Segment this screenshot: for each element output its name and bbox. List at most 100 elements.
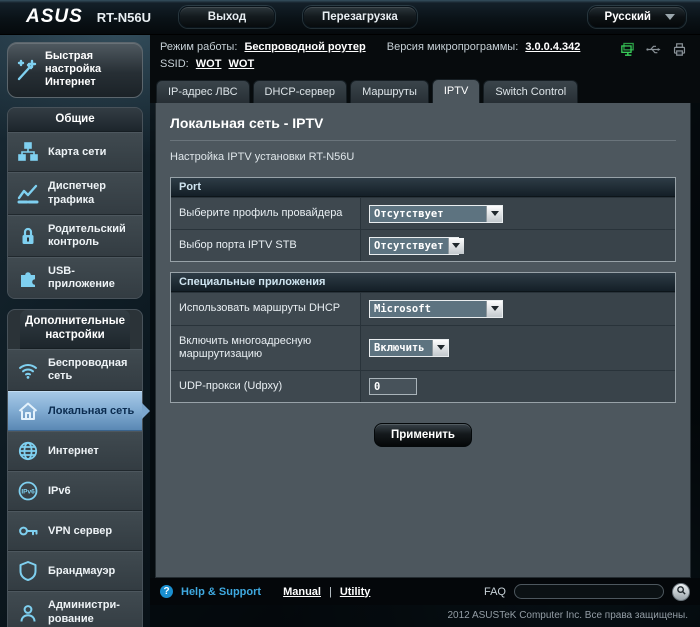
sidebar-item-traffic-manager[interactable]: Диспетчер трафика: [8, 172, 142, 214]
sidebar-item-network-map[interactable]: Карта сети: [8, 132, 142, 172]
sidebar-item-wireless[interactable]: Беспроводная сеть: [8, 349, 142, 391]
reboot-button[interactable]: Перезагрузка: [303, 6, 417, 28]
language-value: Русский: [605, 11, 651, 23]
manual-link[interactable]: Manual: [283, 586, 321, 598]
ipv6-icon: IPv6: [16, 479, 40, 503]
chevron-down-icon: [486, 301, 502, 317]
chevron-down-icon: [665, 14, 675, 20]
admin-user-icon: [16, 601, 40, 625]
chevron-down-icon: [448, 238, 464, 254]
tab-lan-ip[interactable]: IP-адрес ЛВС: [156, 80, 250, 103]
sidebar-item-lan[interactable]: Локальная сеть: [8, 391, 142, 431]
tab-routes[interactable]: Маршруты: [350, 80, 429, 103]
section-title: Port: [171, 178, 675, 197]
shield-icon: [16, 559, 40, 583]
field-label: Выбор порта IPTV STB: [171, 230, 361, 261]
header: ASUS RT-N56U Выход Перезагрузка Русский: [0, 0, 700, 35]
wifi-icon: [16, 358, 40, 382]
sidebar-item-quick-setup[interactable]: Быстрая настройка Интернет: [7, 42, 143, 98]
status-infobar: Режим работы: Беспроводной роутер Версия…: [150, 35, 700, 74]
content-panel: Локальная сеть - IPTV Настройка IPTV уст…: [155, 103, 691, 578]
firmware-version-label: Версия микропрограммы:: [387, 41, 519, 53]
sidebar-item-firewall[interactable]: Брандмауэр: [8, 551, 142, 591]
sidebar-item-usb-application[interactable]: USB-приложение: [8, 257, 142, 298]
usb-status-icon[interactable]: [645, 41, 662, 64]
udp-proxy-input[interactable]: [369, 378, 417, 395]
sidebar-section-advanced: Дополнительные настройки Беспроводная се…: [7, 309, 143, 627]
sidebar-section-title: Дополнительные настройки: [20, 310, 130, 349]
field-label: Использовать маршруты DHCP: [171, 293, 361, 324]
sidebar-item-internet[interactable]: Интернет: [8, 431, 142, 471]
dhcp-routes-select[interactable]: Microsoft: [369, 300, 503, 318]
tab-iptv[interactable]: IPTV: [432, 79, 480, 104]
sidebar-item-ipv6[interactable]: IPv6 IPv6: [8, 471, 142, 511]
page-subtitle: Настройка IPTV установки RT-N56U: [170, 151, 676, 163]
utility-link[interactable]: Utility: [340, 586, 371, 598]
footer-bar: ? Help & Support Manual | Utility FAQ: [150, 578, 700, 605]
section-port: Port Выберите профиль провайдера Отсутст…: [170, 177, 676, 262]
sidebar-section-title: Общие: [8, 108, 142, 133]
field-label: Выберите профиль провайдера: [171, 198, 361, 229]
form-row-provider-profile: Выберите профиль провайдера Отсутствует: [171, 197, 675, 229]
field-label: UDP-прокси (Udpxy): [171, 371, 361, 402]
svg-text:IPv6: IPv6: [21, 489, 35, 496]
main-column: Режим работы: Беспроводной роутер Версия…: [150, 35, 700, 627]
multicast-routing-select[interactable]: Включить: [369, 339, 449, 357]
lock-icon: [16, 224, 40, 248]
infobar-line-1: Режим работы: Беспроводной роутер Версия…: [160, 39, 690, 56]
search-button[interactable]: [672, 583, 690, 601]
ssid-link-2[interactable]: WOT: [229, 58, 255, 70]
section-title: Специальные приложения: [171, 273, 675, 292]
form-row-multicast-routing: Включить многоадресную маршрутизацию Вкл…: [171, 325, 675, 370]
ssid-link-1[interactable]: WOT: [196, 58, 222, 70]
magic-wand-icon: [14, 58, 38, 82]
section-special-applications: Специальные приложения Использовать марш…: [170, 272, 676, 403]
sidebar-item-parental-control[interactable]: Родительский контроль: [8, 215, 142, 257]
iptv-stb-port-select[interactable]: Отсутствует: [369, 237, 459, 255]
copyright-text: 2012 ASUSTeK Computer Inc. Все права защ…: [150, 605, 700, 627]
router-admin-page: ASUS RT-N56U Выход Перезагрузка Русский …: [0, 0, 700, 627]
operation-mode-link[interactable]: Беспроводной роутер: [244, 41, 365, 53]
title-divider: [170, 140, 676, 141]
sidebar: Быстрая настройка Интернет Общие Карта с…: [0, 35, 150, 627]
faq-search-input[interactable]: [514, 584, 664, 599]
tab-switch-control[interactable]: Switch Control: [483, 80, 578, 103]
home-icon: [16, 399, 40, 423]
sidebar-item-label: Быстрая настройка Интернет: [45, 50, 136, 90]
page-title: Локальная сеть - IPTV: [170, 115, 676, 131]
model-name: RT-N56U: [97, 10, 151, 25]
infobar-line-2: SSID: WOT WOT: [160, 56, 690, 73]
chevron-down-icon: [486, 206, 502, 222]
lan-status-icon[interactable]: [619, 41, 636, 64]
chevron-down-icon: [432, 340, 448, 356]
asus-logo: ASUS: [26, 6, 83, 28]
footer-divider: |: [329, 586, 332, 598]
form-row-dhcp-routes: Использовать маршруты DHCP Microsoft: [171, 292, 675, 324]
field-label: Включить многоадресную маршрутизацию: [171, 326, 361, 370]
form-row-iptv-stb-port: Выбор порта IPTV STB Отсутствует: [171, 229, 675, 261]
network-map-icon: [16, 140, 40, 164]
form-row-udp-proxy: UDP-прокси (Udpxy): [171, 370, 675, 402]
tab-bar: IP-адрес ЛВС DHCP-сервер Маршруты IPTV S…: [150, 74, 700, 103]
status-icons: [619, 41, 688, 64]
ssid-label: SSID:: [160, 58, 189, 70]
traffic-chart-icon: [16, 182, 40, 206]
help-question-icon: ?: [160, 585, 173, 598]
sidebar-section-general: Общие Карта сети: [7, 107, 143, 300]
sidebar-item-administration[interactable]: Администри-рование: [8, 591, 142, 627]
globe-icon: [16, 439, 40, 463]
sidebar-item-vpn-server[interactable]: VPN сервер: [8, 511, 142, 551]
help-support-link[interactable]: Help & Support: [181, 586, 261, 598]
printer-status-icon[interactable]: [671, 41, 688, 64]
logout-button[interactable]: Выход: [179, 6, 275, 28]
provider-profile-select[interactable]: Отсутствует: [369, 205, 503, 223]
faq-label: FAQ: [484, 586, 506, 598]
puzzle-icon: [16, 266, 40, 290]
key-icon: [16, 519, 40, 543]
tab-dhcp-server[interactable]: DHCP-сервер: [253, 80, 348, 103]
firmware-version-link[interactable]: 3.0.0.4.342: [525, 41, 580, 53]
operation-mode-label: Режим работы:: [160, 41, 237, 53]
apply-button[interactable]: Применить: [374, 423, 472, 447]
language-select[interactable]: Русский: [588, 6, 686, 28]
search-icon: [676, 584, 687, 599]
